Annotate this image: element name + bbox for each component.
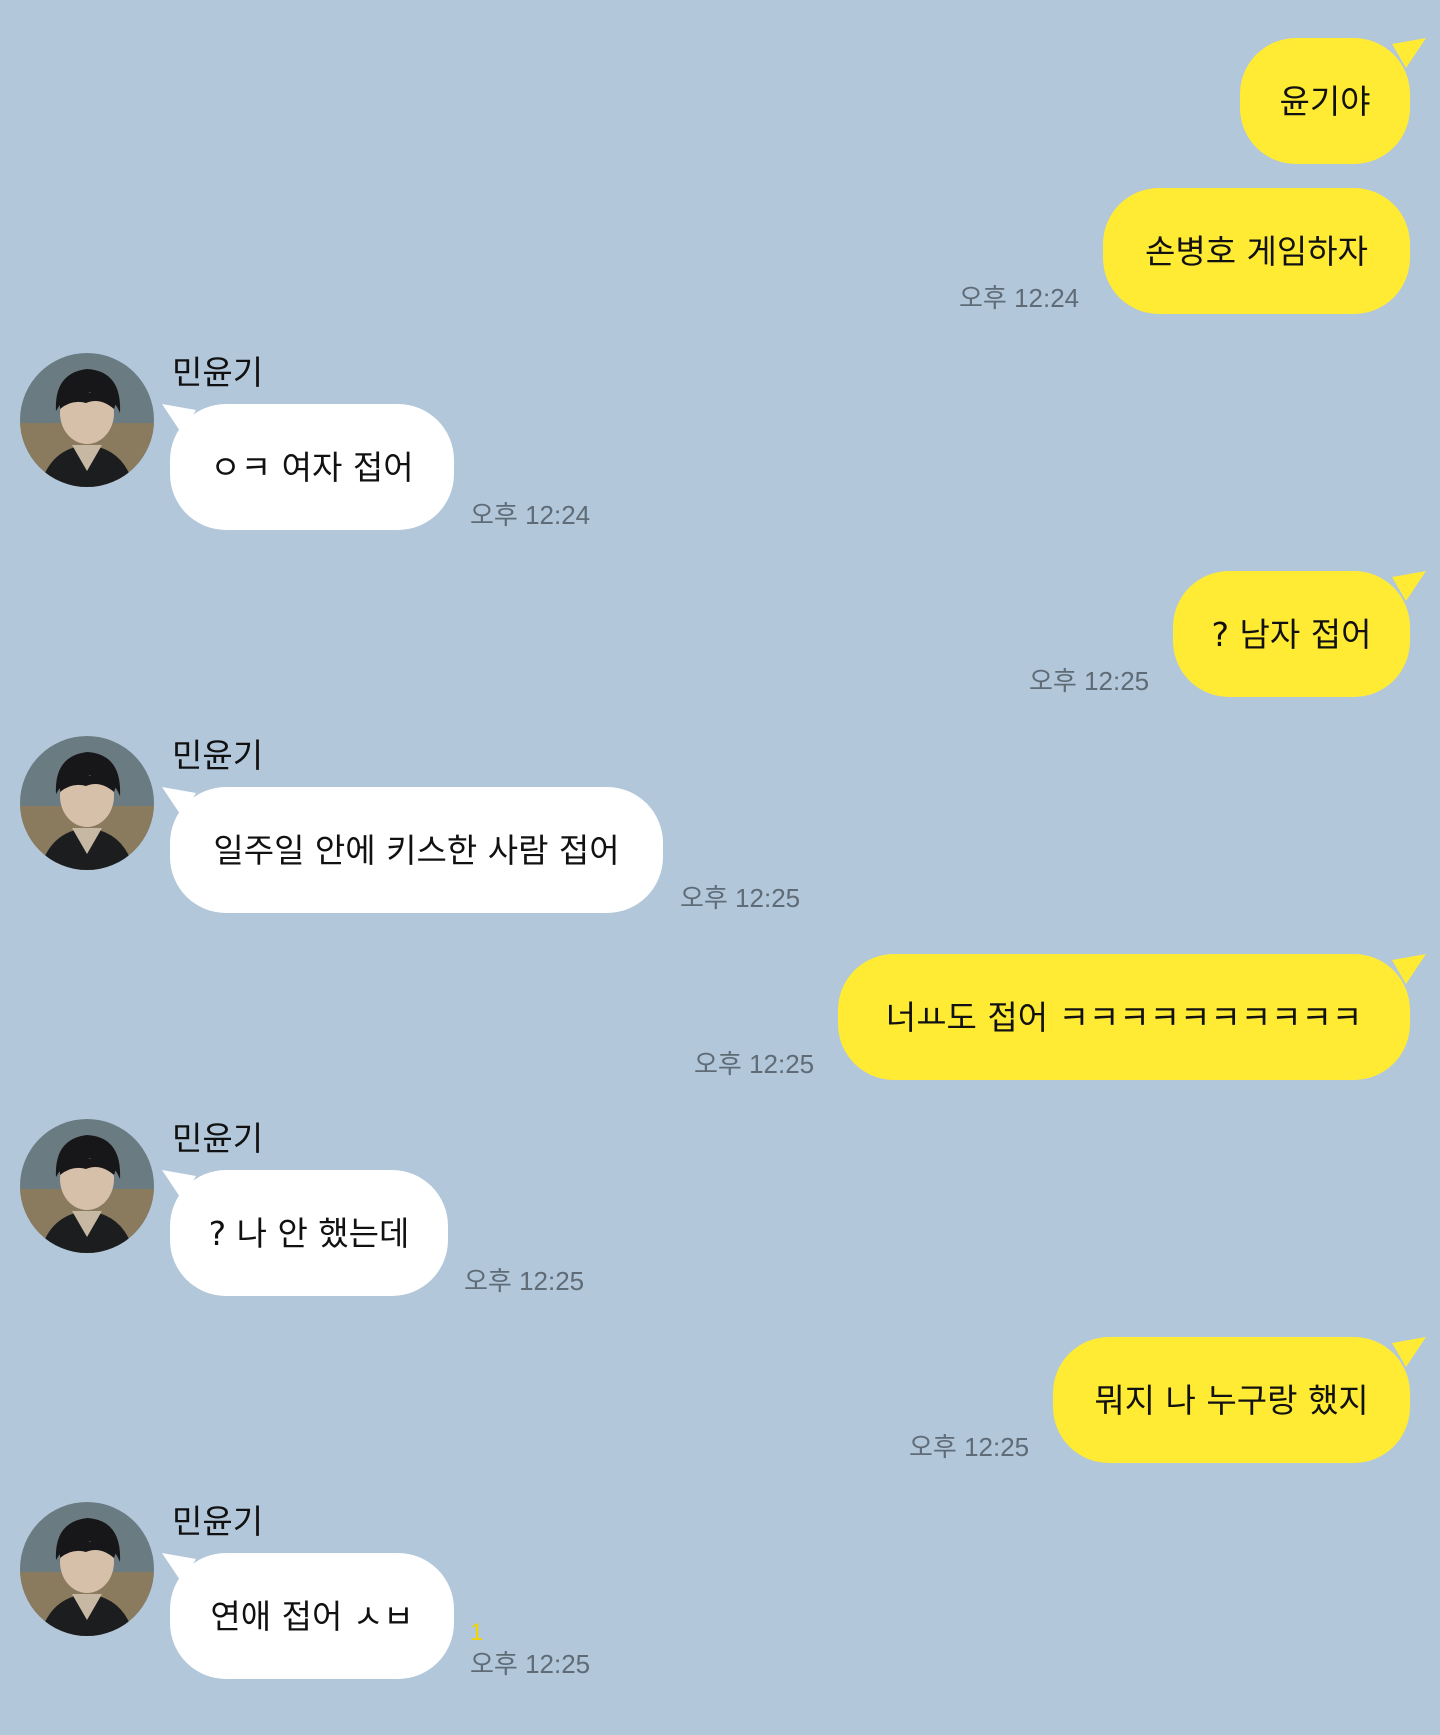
- avatar-photo-icon: [20, 1119, 154, 1253]
- bubble-tail-icon: [1392, 1337, 1426, 1367]
- avatar-photo-icon: [20, 353, 154, 487]
- message-text: 일주일 안에 키스한 사람 접어: [213, 830, 620, 870]
- my-message-bubble[interactable]: 뭐지 나 누구랑 했지: [1053, 1337, 1410, 1463]
- partner-message-bubble[interactable]: ? 나 안 했는데: [170, 1170, 448, 1296]
- message-text: 연애 접어 ㅅㅂ: [210, 1596, 414, 1636]
- bubble-tail-icon: [1392, 571, 1426, 601]
- my-message-bubble[interactable]: 손병호 게임하자: [1103, 188, 1410, 314]
- message-text: ㅇㅋ 여자 접어: [210, 447, 414, 487]
- message-timestamp: 오후 12:25: [464, 1266, 585, 1296]
- bubble-tail-icon: [1392, 954, 1426, 984]
- my-message-bubble[interactable]: ? 남자 접어: [1173, 571, 1410, 697]
- message-text: 뭐지 나 누구랑 했지: [1094, 1380, 1369, 1420]
- partner-avatar[interactable]: [20, 736, 154, 870]
- message-text: ? 나 안 했는데: [208, 1213, 410, 1253]
- partner-avatar[interactable]: [20, 353, 154, 487]
- partner-avatar[interactable]: [20, 1119, 154, 1253]
- my-message-bubble[interactable]: 윤기야: [1240, 38, 1410, 164]
- partner-message-bubble[interactable]: 연애 접어 ㅅㅂ: [170, 1553, 454, 1679]
- partner-name: 민윤기: [172, 736, 264, 775]
- partner-message-bubble[interactable]: 일주일 안에 키스한 사람 접어: [170, 787, 663, 913]
- message-timestamp: 오후 12:25: [909, 1432, 1030, 1462]
- message-text: ? 남자 접어: [1211, 614, 1372, 654]
- partner-name: 민윤기: [172, 1502, 264, 1541]
- avatar-photo-icon: [20, 1502, 154, 1636]
- partner-message-bubble[interactable]: ㅇㅋ 여자 접어: [170, 404, 454, 530]
- bubble-tail-icon: [1392, 38, 1426, 68]
- message-timestamp: 오후 12:25: [1029, 666, 1150, 696]
- partner-avatar[interactable]: [20, 1502, 154, 1636]
- avatar-photo-icon: [20, 736, 154, 870]
- message-timestamp: 오후 12:24: [959, 283, 1080, 313]
- message-timestamp: 오후 12:25: [680, 883, 801, 913]
- partner-name: 민윤기: [172, 1119, 264, 1158]
- message-text: 너ㅛ도 접어 ㅋㅋㅋㅋㅋㅋㅋㅋㅋㅋ: [885, 997, 1363, 1037]
- message-text: 손병호 게임하자: [1144, 231, 1368, 271]
- message-timestamp: 오후 12:25: [470, 1649, 591, 1679]
- message-timestamp: 오후 12:25: [694, 1049, 815, 1079]
- my-message-bubble[interactable]: 너ㅛ도 접어 ㅋㅋㅋㅋㅋㅋㅋㅋㅋㅋ: [838, 954, 1410, 1080]
- partner-name: 민윤기: [172, 353, 264, 392]
- unread-count: 1: [470, 1619, 484, 1646]
- message-timestamp: 오후 12:24: [470, 500, 591, 530]
- message-text: 윤기야: [1279, 81, 1371, 121]
